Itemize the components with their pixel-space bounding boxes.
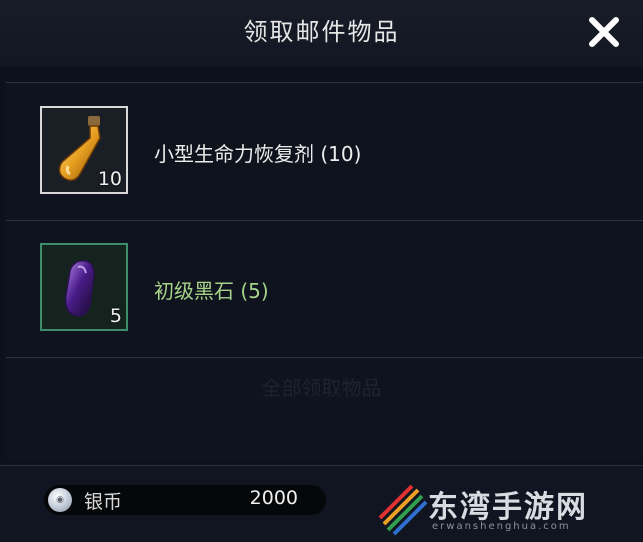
faded-background-text: 全部领取物品 <box>261 376 382 400</box>
item-quantity: 10 <box>97 168 122 190</box>
currency-display: ◉ 银币 2000 <box>44 485 326 515</box>
currency-label: 银币 <box>84 491 123 513</box>
item-name: 小型生命力恢复剂 (10) <box>154 142 362 166</box>
item-slot[interactable]: 10 <box>40 106 128 194</box>
list-item[interactable]: 5 初级黑石 (5) <box>6 221 643 358</box>
watermark-logo-icon <box>378 484 428 536</box>
close-icon <box>589 17 619 47</box>
silver-coin-icon: ◉ <box>48 488 72 512</box>
currency-value: 2000 <box>249 487 298 509</box>
watermark-sub: erwanshenghua.com <box>432 521 571 532</box>
item-quantity: 5 <box>109 305 122 327</box>
close-button[interactable] <box>582 10 626 54</box>
list-item[interactable]: 10 小型生命力恢复剂 (10) <box>6 84 643 221</box>
item-name: 初级黑石 (5) <box>154 279 269 303</box>
watermark: 东湾手游网 erwanshenghua.com <box>372 476 643 541</box>
item-slot[interactable]: 5 <box>40 243 128 331</box>
watermark-brand: 东湾手游网 <box>428 490 588 525</box>
dialog-title: 领取邮件物品 <box>243 18 400 46</box>
